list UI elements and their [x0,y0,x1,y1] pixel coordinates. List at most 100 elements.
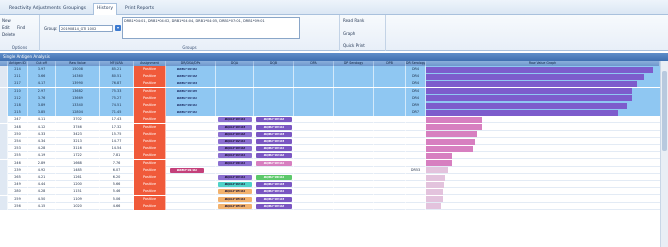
row-selector[interactable] [0,80,8,88]
cell-antigen-id: 218 [8,102,28,109]
cell-mfi-lra: 7.76 [100,159,134,167]
row-selector[interactable] [0,166,8,174]
cell-dpb [374,188,406,196]
row-selector[interactable] [0,109,8,117]
scrollbar-thumb[interactable] [662,71,667,151]
dr-allele-label: DRB1*04:01 [176,67,198,71]
cell-dp-serology [334,159,374,167]
row-selector[interactable] [0,102,8,109]
row-selector[interactable] [0,159,8,167]
tab-history[interactable]: History [93,3,118,15]
cell-dr-serology [406,202,426,210]
table-row[interactable]: 218 3.89 13340 74.51 Positive DRB1*09:01 DR9 [0,102,660,109]
table-row[interactable]: 253 4.28 3116 14.54 Positive DQA1*03:02 DQB1*0… [0,145,660,153]
table-row[interactable]: 254 4.34 3213 14.77 Positive DQA1*02:01 DQB1*0… [0,138,660,145]
row-selector[interactable] [0,87,8,95]
tab-print-reports[interactable]: Print Reports [122,4,157,14]
cell-dpa [294,123,334,131]
cell-raw-value: 13340 [56,102,100,109]
table-row[interactable]: 249 4.44 1200 5.66 Positive DQA1*04:01 DQB1*03… [0,181,660,189]
table-row[interactable]: 215 3.85 12804 71.45 Positive DRB1*07:01 DR7 [0,109,660,117]
cell-raw-value: 3746 [56,123,100,131]
vertical-scrollbar[interactable] [660,61,668,247]
cell-raw-value: 1485 [56,166,100,174]
cell-dr [166,188,216,196]
cell-dqa: DQA1*05:01 [216,195,254,203]
dqb-allele-label: DQB1*03:03 [256,131,292,137]
cell-dr: DRB1*04:01 [166,94,216,102]
row-selector[interactable] [0,174,8,181]
dqb-allele-label: DQB1*04:02 [256,153,292,159]
table-row[interactable]: 255 4.19 1722 7.81 Positive DQA1*04:01 DQB1*04… [0,152,660,160]
row-selector[interactable] [0,181,8,189]
table-row[interactable]: 211 3.66 14360 80.51 Positive DRB1*04:02 DR4 [0,73,660,81]
table-row[interactable]: 217 4.17 13990 76.87 Positive DRB1*04:04 DR4 [0,80,660,88]
cell-antigen-id: 280 [8,188,28,196]
tab-reactivity-adjustments[interactable]: Reactivity Adjustments [6,4,64,14]
cell-dqb: DQB1*03:03 [254,181,294,189]
row-selector[interactable] [0,123,8,131]
cell-cutoff: 4.44 [28,181,56,189]
find-button[interactable]: Find [17,25,25,30]
cell-mfi-lra: 71.45 [100,109,134,117]
cell-dr-serology: DR53 [406,166,426,174]
table-row[interactable]: 210 2.97 13682 75.33 Positive DRB1*04:05 DR4 [0,87,660,95]
raw-value-bar [426,73,644,80]
cell-cutoff: 2.97 [28,87,56,95]
row-selector[interactable] [0,145,8,153]
group-select[interactable]: 20190814_GTI 1002 [59,25,113,32]
table-row[interactable]: 250 4.33 3423 15.75 Positive DQA1*03:02 DQB1*0… [0,130,660,138]
table-row[interactable]: 248 4.12 3746 17.32 Positive DQA1*03:03 DQB1*0… [0,123,660,131]
cell-raw-value: 1151 [56,188,100,196]
cell-cutoff: 4.28 [28,188,56,196]
dqa-allele-label: DQA1*04:01 [218,153,252,159]
read-rank-button[interactable]: Read Rank [343,18,364,23]
table-row[interactable]: 256 4.15 1020 4.66 Positive DQA1*05:05 DQB1*03… [0,202,660,210]
cell-dpa [294,166,334,174]
table-row[interactable]: 247 4.11 3702 17.43 Positive DQA1*03:01 DQB1*0… [0,116,660,124]
cell-cutoff: 4.17 [28,80,56,88]
row-selector[interactable] [0,202,8,210]
cell-assignment: Positive [134,174,166,181]
cell-dqb [254,109,294,117]
row-selector[interactable] [0,195,8,203]
row-selector[interactable] [0,138,8,145]
row-selector[interactable] [0,94,8,102]
cell-raw-value: 3423 [56,130,100,138]
row-selector[interactable] [0,116,8,124]
table-row[interactable]: 212 3.76 13669 75.27 Positive DRB1*04:01 DR4 [0,94,660,102]
graph-button[interactable]: Graph [343,31,355,36]
raw-value-bar [426,124,483,131]
edit-button[interactable]: Edit [2,25,10,30]
row-selector[interactable] [0,130,8,138]
quick-print-button[interactable]: Quick Print [343,43,365,48]
row-selector[interactable] [0,73,8,81]
table-row[interactable]: 214 3.97 15008 85.21 Positive DRB1*04:01 DR4 [0,66,660,73]
cell-dr [166,123,216,131]
table-row[interactable]: 259 4.50 1109 5.06 Positive DQA1*05:01 DQB1*03… [0,195,660,203]
tab-groupings[interactable]: Groupings [60,4,89,14]
cell-mfi-lra: 5.46 [100,188,134,196]
cell-dp-serology [334,123,374,131]
row-selector[interactable] [0,188,8,196]
cell-dqb: DQB1*03:02 [254,116,294,124]
new-button[interactable]: New [2,18,11,23]
cell-assignment: Positive [134,152,166,160]
cell-dqb [254,87,294,95]
delete-button[interactable]: Delete [2,32,15,37]
table-row[interactable]: 280 4.28 1151 5.46 Positive DQA1*05:01 DQB1*03… [0,188,660,196]
cell-dr-serology [406,116,426,124]
row-selector[interactable] [0,66,8,73]
group-list-text[interactable]: DRB1*04:01, DRB1*04:02, DRB1*04:04, DRB1… [122,17,300,39]
table-row[interactable]: 246 2.89 1668 7.76 Positive DQA1*06:01 DQB1*03… [0,159,660,167]
cell-dp-serology [334,166,374,174]
table-row[interactable]: 265 4.21 1261 6.20 Positive DQA1*03:01 DQB1*06… [0,174,660,181]
cell-dr-serology [406,138,426,145]
chevron-down-icon[interactable] [115,25,121,31]
raw-value-bar [426,203,442,210]
raw-value-bar [426,160,452,167]
table-row[interactable]: 239 4.92 1485 6.07 Positive DRB4*01:01 DR53 [0,166,660,174]
cell-cutoff: 4.11 [28,116,56,124]
raw-value-bar [426,196,443,203]
row-selector[interactable] [0,152,8,160]
